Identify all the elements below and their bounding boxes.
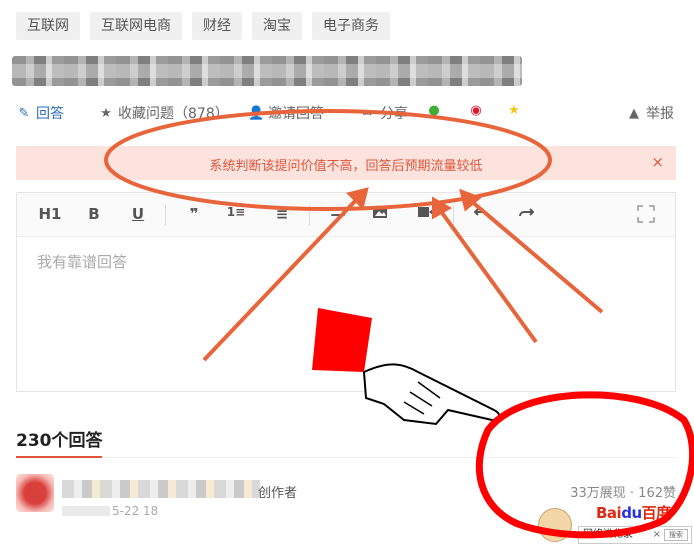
heading-button[interactable]: H1 [37, 205, 63, 227]
topic-tag[interactable]: 淘宝 [252, 12, 302, 40]
invite-answer-button[interactable]: 👤 邀请回答 [248, 103, 324, 123]
share-icon: ➦ [362, 105, 374, 121]
invite-label: 邀请回答 [268, 106, 324, 122]
video-icon [418, 207, 434, 217]
redo-button[interactable] [513, 205, 539, 227]
favorite-button[interactable]: ★ [506, 103, 522, 118]
report-button[interactable]: ▲ 举报 [626, 103, 674, 123]
editor-toolbar: H1 B U ❞ 1≡ ≡ — [17, 193, 675, 237]
divider [16, 457, 676, 458]
mascot-icon [538, 508, 572, 542]
close-icon[interactable]: × [651, 153, 664, 171]
answer-button[interactable]: ✎ 回答 [16, 103, 64, 123]
answer-label: 回答 [36, 106, 64, 122]
toolbar-divider [165, 205, 166, 225]
fullscreen-button[interactable] [633, 205, 659, 227]
report-label: 举报 [646, 106, 674, 122]
topic-tag[interactable]: 互联网 [16, 12, 80, 40]
warning-icon: ▲ [629, 105, 639, 121]
answer-count: 230个回答 [16, 431, 103, 451]
pencil-icon: ✎ [18, 105, 30, 121]
baidu-watermark: Baidu百度 网络进化录 × 搜索 [536, 496, 694, 545]
bold-button[interactable]: B [81, 205, 107, 227]
follow-label: 收藏问题（878） [118, 106, 229, 122]
fullscreen-icon [637, 205, 655, 223]
active-tab-underline [16, 456, 102, 458]
quote-button[interactable]: ❞ [181, 205, 207, 227]
person-icon: 👤 [248, 105, 265, 121]
author-role: 创作者 [258, 486, 298, 501]
avatar[interactable] [16, 474, 54, 512]
wechat-icon: ● [428, 103, 440, 118]
answer-date: 5-22 18 [112, 504, 159, 518]
star-icon: ★ [100, 105, 112, 121]
toolbar-divider [453, 205, 454, 225]
wechat-share-button[interactable]: ● [426, 103, 442, 118]
answer-editor: H1 B U ❞ 1≡ ≡ — 我有靠谱回答 [16, 192, 676, 392]
topic-tags: 互联网 互联网电商 财经 淘宝 电子商务 [16, 12, 390, 40]
underline-button[interactable]: U [125, 205, 151, 227]
video-button[interactable] [413, 205, 439, 227]
star-icon: ★ [508, 103, 520, 118]
share-label: 分享 [380, 106, 408, 122]
low-value-warning-banner: 系统判断该提问价值不高，回答后预期流量较低 × [16, 146, 676, 180]
weibo-share-button[interactable]: ◉ [468, 103, 484, 118]
question-title-blurred [12, 56, 522, 86]
topic-tag[interactable]: 互联网电商 [90, 12, 182, 40]
horizontal-rule-button[interactable]: — [325, 205, 351, 227]
image-icon [373, 206, 387, 218]
redo-icon [519, 208, 535, 217]
watermark-caption: 网络进化录 × 搜索 [578, 526, 692, 544]
topic-tag[interactable]: 电子商务 [312, 12, 390, 40]
author-name-blurred [62, 480, 260, 498]
editor-placeholder[interactable]: 我有靠谱回答 [37, 251, 127, 272]
toolbar-divider [309, 205, 310, 225]
topic-tag[interactable]: 财经 [192, 12, 242, 40]
image-button[interactable] [367, 205, 393, 227]
undo-icon [473, 208, 489, 217]
unordered-list-button[interactable]: ≡ [269, 205, 295, 227]
baidu-logo: Baidu百度 [596, 504, 671, 522]
undo-button[interactable] [469, 205, 495, 227]
warning-text: 系统判断该提问价值不高，回答后预期流量较低 [209, 159, 483, 174]
share-button[interactable]: ➦ 分享 [360, 103, 408, 123]
weibo-icon: ◉ [470, 103, 482, 118]
follow-question-button[interactable]: ★ 收藏问题（878） [98, 103, 229, 123]
date-blurred [62, 506, 110, 516]
ordered-list-button[interactable]: 1≡ [223, 205, 249, 227]
question-action-bar: ✎ 回答 ★ 收藏问题（878） 👤 邀请回答 ➦ 分享 ● ◉ ★ ▲ 举报 [16, 103, 676, 125]
